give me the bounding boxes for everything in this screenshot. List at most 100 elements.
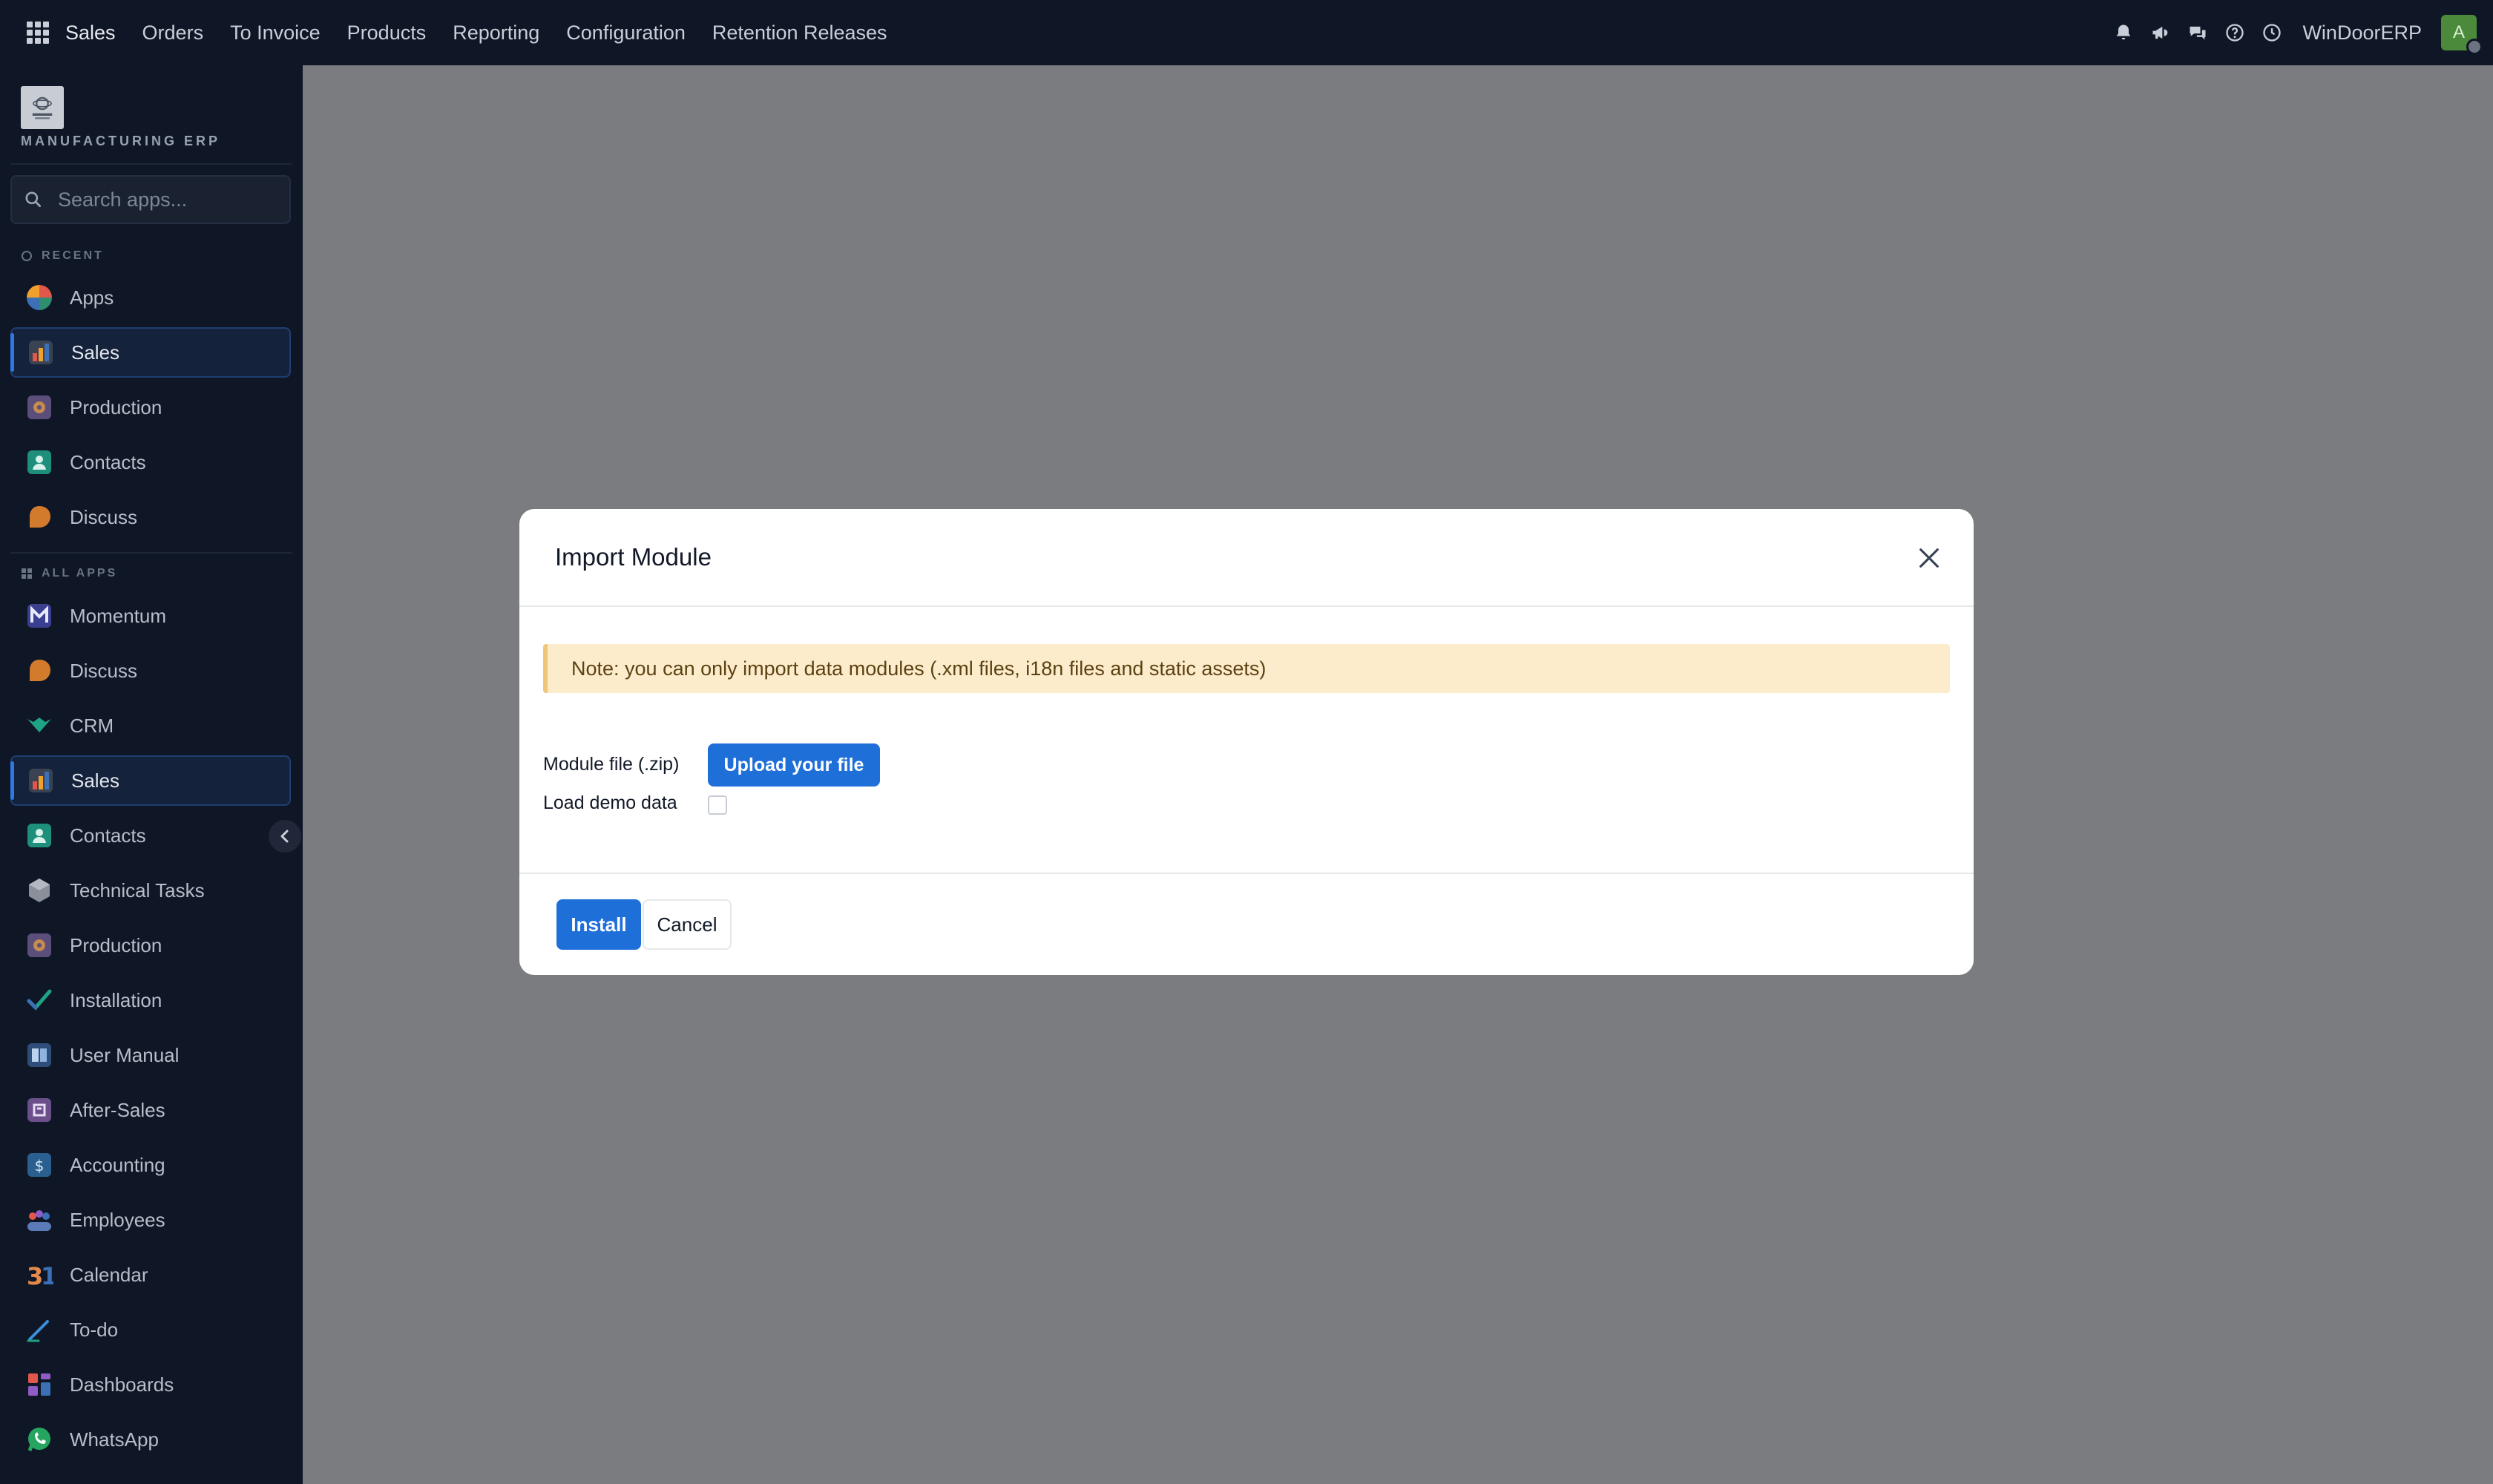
sidebar-item-label: Technical Tasks [70, 879, 205, 902]
sidebar-item-label: Sales [71, 769, 120, 792]
top-menu-item-configuration[interactable]: Configuration [566, 22, 686, 45]
sidebar-item-label: Calendar [70, 1263, 148, 1286]
systray: WinDoorERP A [2098, 0, 2493, 65]
dialog-body: Note: you can only import data modules (… [519, 607, 1974, 874]
sidebar-item-label: Production [70, 933, 162, 956]
discuss-icon [25, 503, 53, 531]
grid-icon [22, 568, 32, 579]
logo-text: MANUFACTURING ERP [21, 134, 220, 148]
sidebar-item-label: Contacts [70, 824, 146, 847]
load-demo-data-label: Load demo data [543, 792, 677, 813]
employees-icon [25, 1206, 53, 1234]
presence-indicator [2466, 39, 2483, 55]
sales-icon [27, 338, 55, 367]
sidebar-item-production[interactable]: Production [10, 920, 291, 971]
sidebar-item-label: Production [70, 395, 162, 418]
production-icon [25, 931, 53, 959]
sidebar-item-discuss[interactable]: Discuss [10, 646, 291, 696]
sidebar-item-technical-tasks[interactable]: Technical Tasks [10, 865, 291, 916]
sidebar-item-label: WhatsApp [70, 1428, 159, 1451]
avatar-initial: A [2452, 22, 2465, 42]
company-logo [21, 86, 64, 129]
top-menu-item-orders[interactable]: Orders [142, 22, 204, 45]
sidebar-item-apps[interactable]: Apps [10, 272, 291, 323]
top-navbar: Sales Orders To Invoice Products Reporting Co… [0, 0, 2493, 65]
top-menu-item-products[interactable]: Products [347, 22, 427, 45]
sidebar-item-calendar[interactable]: 3 1 Calendar [10, 1250, 291, 1300]
megaphone-icon[interactable] [2149, 22, 2172, 44]
close-icon [1919, 548, 1939, 568]
sidebar-divider [10, 163, 292, 165]
bell-icon[interactable] [2112, 22, 2135, 44]
top-menu: Sales Orders To Invoice Products Reporting Co… [65, 22, 914, 45]
sidebar-item-momentum[interactable]: Momentum [10, 591, 291, 641]
sidebar-item-label: CRM [70, 714, 114, 737]
chevron-left-icon [280, 830, 289, 843]
production-icon [25, 393, 53, 421]
sidebar-item-label: Installation [70, 988, 162, 1011]
sales-icon [27, 766, 55, 795]
user-avatar[interactable]: A [2441, 15, 2483, 55]
collapse-sidebar-button[interactable] [269, 820, 301, 853]
sidebar-item-dashboards[interactable]: Dashboards [10, 1359, 291, 1410]
upload-file-button[interactable]: Upload your file [708, 743, 880, 787]
sidebar-item-installation[interactable]: Installation [10, 975, 291, 1025]
calendar-icon: 31 [25, 1261, 53, 1289]
sidebar-item-label: To-do [70, 1318, 119, 1341]
sidebar-item-sales[interactable]: Sales [10, 755, 291, 806]
svg-text:$: $ [35, 1157, 45, 1175]
close-dialog-button[interactable] [1914, 543, 1944, 573]
search-apps-input[interactable] [58, 188, 280, 211]
sidebar-item-whatsapp[interactable]: WhatsApp [10, 1414, 291, 1465]
top-menu-item-retention-releases[interactable]: Retention Releases [712, 22, 887, 45]
dialog-title: Import Module [555, 543, 712, 571]
todo-icon [25, 1316, 53, 1344]
contacts-icon [25, 448, 53, 476]
sidebar-item-user-manual[interactable]: User Manual [10, 1030, 291, 1080]
all-apps-title-label: ALL APPS [42, 567, 118, 580]
sidebar-item-production[interactable]: Production [10, 382, 291, 433]
contacts-icon [25, 821, 53, 850]
search-icon [25, 191, 42, 208]
sidebar-item-discuss[interactable]: Discuss [10, 492, 291, 542]
load-demo-data-checkbox[interactable] [708, 795, 727, 815]
top-menu-item-reporting[interactable]: Reporting [453, 22, 539, 45]
sidebar-item-accounting[interactable]: $ Accounting [10, 1140, 291, 1190]
recent-section-title: RECENT [21, 249, 104, 263]
sidebar-item-label: Apps [70, 286, 114, 309]
top-menu-item-sales[interactable]: Sales [65, 22, 116, 45]
sidebar-item-label: User Manual [70, 1043, 180, 1066]
whatsapp-icon [25, 1425, 53, 1454]
top-menu-item-to-invoice[interactable]: To Invoice [230, 22, 321, 45]
sidebar-item-label: After-Sales [70, 1098, 165, 1121]
sidebar-item-contacts[interactable]: Contacts [10, 810, 291, 861]
import-note-alert: Note: you can only import data modules (… [543, 644, 1950, 693]
help-icon[interactable] [2224, 22, 2246, 44]
installation-icon [25, 986, 53, 1014]
sidebar-item-to-do[interactable]: To-do [10, 1304, 291, 1355]
cancel-button[interactable]: Cancel [643, 899, 732, 950]
dialog-header: Import Module [519, 509, 1974, 607]
clock-icon[interactable] [2261, 22, 2283, 44]
manual-icon [25, 1041, 53, 1069]
sidebar-item-sales[interactable]: Sales [10, 327, 291, 378]
discuss-icon [25, 657, 53, 685]
sidebar-item-after-sales[interactable]: After-Sales [10, 1085, 291, 1135]
apps-grid-icon[interactable] [27, 22, 49, 44]
chat-icon[interactable] [2187, 22, 2209, 44]
technical-icon [25, 876, 53, 904]
sidebar-item-label: Discuss [70, 659, 138, 682]
aftersales-icon [25, 1096, 53, 1124]
sidebar-item-crm[interactable]: CRM [10, 700, 291, 751]
sidebar-item-label: Sales [71, 341, 120, 364]
accounting-icon: $ [25, 1151, 53, 1179]
app-sidebar: MANUFACTURING ERP RECENT Apps Sales Produc… [0, 65, 303, 1484]
svg-text:1: 1 [41, 1262, 53, 1289]
sidebar-item-contacts[interactable]: Contacts [10, 437, 291, 487]
app-search-box[interactable] [10, 175, 291, 224]
sidebar-item-label: Discuss [70, 505, 138, 528]
company-switcher[interactable]: WinDoorERP [2302, 22, 2422, 45]
sidebar-item-employees[interactable]: Employees [10, 1195, 291, 1245]
install-button[interactable]: Install [556, 899, 641, 950]
sidebar-item-label: Momentum [70, 604, 167, 627]
